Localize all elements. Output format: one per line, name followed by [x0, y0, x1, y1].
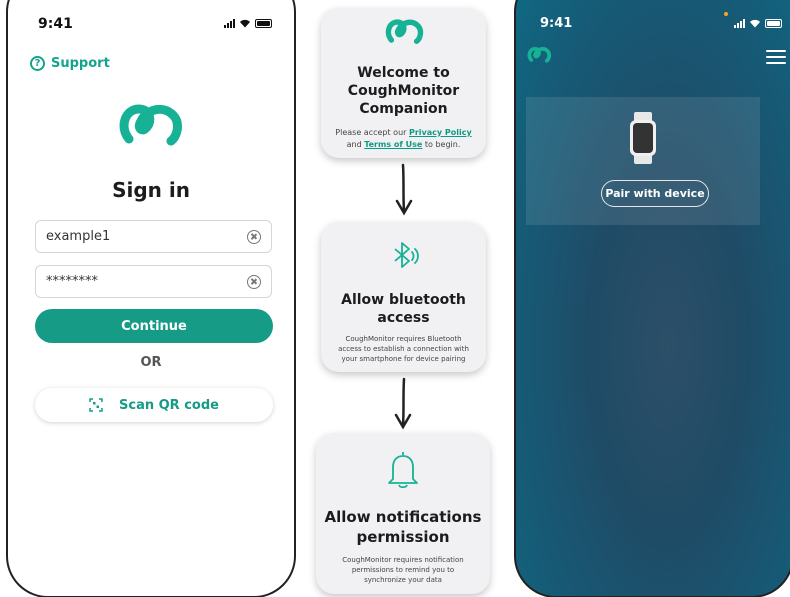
- arrow-down-icon: [394, 377, 412, 430]
- continue-button[interactable]: Continue: [35, 309, 273, 343]
- scan-qr-label: Scan QR code: [119, 397, 219, 413]
- signal-icon: [734, 18, 745, 28]
- status-time: 9:41: [38, 16, 73, 32]
- welcome-card: Welcome to CoughMonitor Companion Please…: [321, 8, 486, 158]
- signin-phone: 9:41 ? Support Sign in example1 ********…: [6, 0, 296, 597]
- password-value: ********: [46, 274, 98, 289]
- notifications-text: CoughMonitor requires notification permi…: [342, 556, 464, 584]
- dashboard-phone: 9:41 Pair with device: [514, 0, 790, 597]
- support-link[interactable]: ? Support: [30, 56, 110, 71]
- privacy-indicator: [724, 12, 728, 16]
- logo-icon: [119, 104, 182, 146]
- bluetooth-title: Allow bluetooth access: [341, 292, 466, 326]
- wifi-icon: [750, 19, 760, 28]
- help-icon: ?: [30, 56, 45, 71]
- support-label: Support: [51, 56, 110, 71]
- status-icons: [224, 18, 272, 28]
- pair-device-button[interactable]: Pair with device: [601, 180, 709, 207]
- status-time: 9:41: [540, 16, 573, 31]
- bluetooth-text: CoughMonitor requires Bluetooth access t…: [338, 335, 469, 363]
- notifications-card: Allow notifications permission CoughMoni…: [316, 433, 490, 594]
- logo-icon: [385, 19, 424, 44]
- notifications-title: Allow notifications permission: [324, 508, 482, 546]
- password-field[interactable]: ********: [35, 265, 272, 298]
- clear-icon[interactable]: [247, 274, 261, 289]
- device-panel: Pair with device: [526, 97, 760, 225]
- arrow-down-icon: [395, 163, 413, 216]
- bluetooth-card: Allow bluetooth access CoughMonitor requ…: [321, 222, 486, 372]
- watch-icon: [630, 112, 656, 164]
- welcome-text: Please accept our Privacy Policy and Ter…: [335, 128, 472, 149]
- privacy-policy-link[interactable]: Privacy Policy: [409, 128, 472, 137]
- page-title: Sign in: [112, 178, 190, 202]
- wifi-icon: [240, 19, 250, 28]
- clear-icon[interactable]: [247, 229, 261, 244]
- bell-icon: [388, 452, 418, 489]
- bluetooth-icon: [394, 242, 419, 268]
- qr-code-icon: [89, 398, 103, 412]
- username-field[interactable]: example1: [35, 220, 272, 253]
- status-icons: [734, 18, 782, 28]
- battery-icon: [765, 18, 782, 28]
- menu-icon[interactable]: [766, 50, 786, 66]
- username-value: example1: [46, 229, 111, 244]
- terms-of-use-link[interactable]: Terms of Use: [364, 140, 422, 149]
- signal-icon: [224, 18, 235, 28]
- battery-icon: [255, 18, 272, 28]
- scan-qr-button[interactable]: Scan QR code: [35, 388, 273, 422]
- welcome-title: Welcome to CoughMonitor Companion: [347, 65, 460, 117]
- logo-icon: [527, 46, 552, 63]
- screen-flow: 9:41 ? Support Sign in example1 ********…: [0, 0, 790, 597]
- or-divider: OR: [140, 355, 162, 370]
